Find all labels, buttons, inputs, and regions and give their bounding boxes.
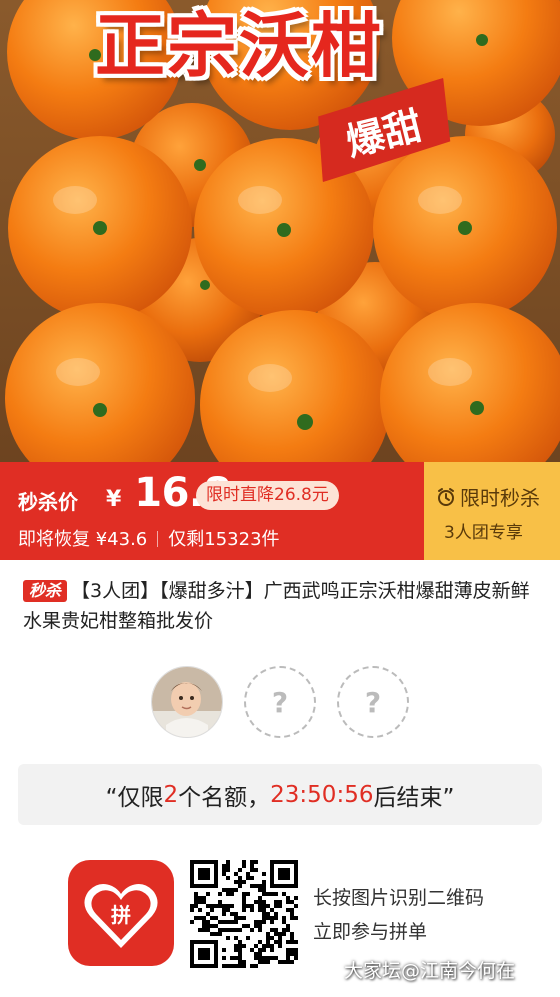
countdown-box: “仅限 2 个名额， 23:50:56 后结束” bbox=[18, 764, 542, 825]
product-title-text: 【3人团】【爆甜多汁】广西武鸣正宗沃柑爆甜薄皮新鲜水果贵妃柑整箱批发价 bbox=[23, 580, 530, 632]
footer-instructions: 长按图片识别二维码 立即参与拼单 bbox=[313, 881, 484, 949]
price-bar: 秒杀价 ¥ 16.8 限时直降26.8元 即将恢复 ¥43.6 仅剩15323件 … bbox=[0, 462, 560, 560]
hero-title: 正宗沃柑 bbox=[95, 5, 383, 87]
qr-code-icon bbox=[190, 860, 298, 968]
discount-tag: 限时直降26.8元 bbox=[196, 481, 339, 510]
restore-price-text: 即将恢复 ¥43.6 bbox=[18, 529, 148, 550]
price-panel: 秒杀价 ¥ 16.8 限时直降26.8元 即将恢复 ¥43.6 仅剩15323件 bbox=[0, 462, 424, 560]
remaining-slots-count: 2 bbox=[163, 781, 179, 808]
flash-sale-panel: 限时秒杀 3人团专享 bbox=[424, 462, 560, 560]
alarm-clock-icon bbox=[438, 487, 454, 506]
flash-sale-title-row: 限时秒杀 bbox=[436, 482, 540, 511]
heart-logo-icon: 拼 bbox=[84, 884, 158, 948]
countdown-suffix: 后结束” bbox=[373, 784, 455, 811]
footer-line-2: 立即参与拼单 bbox=[313, 921, 428, 943]
divider bbox=[157, 531, 159, 547]
avatar bbox=[151, 666, 223, 738]
flash-sale-title: 限时秒杀 bbox=[460, 486, 540, 510]
flash-sale-badge: 秒杀 bbox=[23, 580, 68, 602]
countdown-timer: 23:50:56 bbox=[270, 781, 374, 808]
watermark: 大家坛@江南今何在 bbox=[344, 960, 516, 982]
baby-avatar-image bbox=[152, 667, 222, 737]
empty-member-slot: ? bbox=[337, 666, 409, 738]
price-label: 秒杀价 bbox=[18, 490, 78, 514]
countdown-prefix: “仅限 bbox=[105, 784, 164, 811]
flash-sale-subtitle: 3人团专享 bbox=[444, 523, 523, 543]
product-title: 秒杀 【3人团】【爆甜多汁】广西武鸣正宗沃柑爆甜薄皮新鲜水果贵妃柑整箱批发价 bbox=[23, 576, 543, 636]
svg-text:拼: 拼 bbox=[111, 903, 131, 927]
empty-member-slot: ? bbox=[244, 666, 316, 738]
pinduoduo-app-icon: 拼 bbox=[68, 860, 174, 966]
product-hero-image: 正宗沃柑 爆甜 bbox=[0, 0, 560, 462]
price-subline: 即将恢复 ¥43.6 仅剩15323件 bbox=[18, 525, 280, 551]
group-members: ? ? bbox=[0, 666, 560, 742]
currency-symbol: ¥ bbox=[106, 487, 121, 512]
qr-code-image bbox=[190, 860, 298, 968]
stock-text: 仅剩15323件 bbox=[168, 529, 280, 550]
footer-line-1: 长按图片识别二维码 bbox=[313, 887, 485, 909]
countdown-middle: 个名额， bbox=[178, 784, 271, 811]
